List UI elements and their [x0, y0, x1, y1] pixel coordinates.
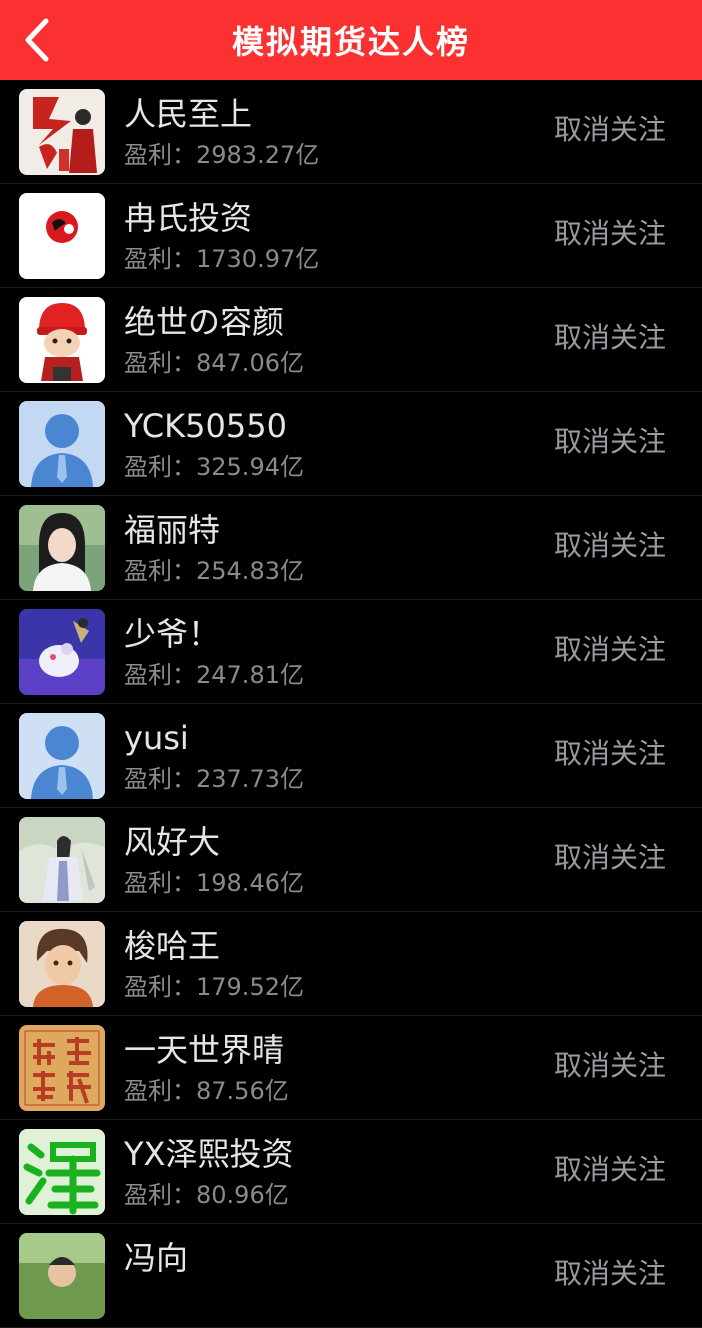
trader-name: YCK50550: [124, 407, 287, 445]
avatar: [19, 921, 105, 1007]
game-art-icon: [19, 609, 105, 695]
avatar: [19, 609, 105, 695]
list-item[interactable]: 少爷！ 盈利：247.81亿 取消关注: [0, 600, 702, 704]
list-item[interactable]: yusi 盈利：237.73亿 取消关注: [0, 704, 702, 808]
unfollow-button[interactable]: 取消关注: [554, 630, 666, 670]
trader-name: 一天世界晴: [124, 1031, 285, 1069]
list-item[interactable]: 福丽特 盈利：254.83亿 取消关注: [0, 496, 702, 600]
avatar: [19, 1025, 105, 1111]
trader-name: 风好大: [124, 823, 221, 861]
list-item[interactable]: 梭哈王 盈利：179.52亿: [0, 912, 702, 1016]
avatar: [19, 89, 105, 175]
page-title: 模拟期货达人榜: [231, 23, 470, 61]
avatar: [19, 713, 105, 799]
calligraphy-avatar-icon: [19, 1129, 105, 1215]
profit-text: 盈利：847.06亿: [124, 349, 304, 377]
profit-text: 盈利：1730.97亿: [124, 245, 320, 273]
profit-text: 盈利：198.46亿: [124, 869, 304, 897]
profit-text: 盈利：254.83亿: [124, 557, 304, 585]
anime-portrait-icon: [19, 921, 105, 1007]
photo-avatar-icon: [19, 1233, 105, 1319]
list-item[interactable]: 冯向 取消关注: [0, 1224, 702, 1328]
profit-text: 盈利：237.73亿: [124, 765, 304, 793]
unfollow-button[interactable]: 取消关注: [554, 838, 666, 878]
photo-avatar-icon: [19, 505, 105, 591]
unfollow-button[interactable]: 取消关注: [554, 110, 666, 150]
profit-text: 盈利：179.52亿: [124, 973, 304, 1001]
trader-name: 冯向: [124, 1239, 189, 1277]
unfollow-button[interactable]: 取消关注: [554, 318, 666, 358]
unfollow-button[interactable]: 取消关注: [554, 214, 666, 254]
list-item[interactable]: 冉氏投资 盈利：1730.97亿 取消关注: [0, 184, 702, 288]
trader-name: YX泽熙投资: [124, 1135, 294, 1173]
avatar: [19, 505, 105, 591]
nav-bar: 模拟期货达人榜: [0, 0, 702, 80]
cartoon-avatar-icon: [19, 297, 105, 383]
trader-name: 人民至上: [124, 95, 253, 133]
unfollow-button[interactable]: 取消关注: [554, 1046, 666, 1086]
profit-text: 盈利：87.56亿: [124, 1077, 289, 1105]
unfollow-button[interactable]: 取消关注: [554, 734, 666, 774]
trader-name: yusi: [124, 719, 189, 757]
list-item[interactable]: 人民至上 盈利：2983.27亿 取消关注: [0, 80, 702, 184]
trader-name: 梭哈王: [124, 927, 221, 965]
unfollow-button[interactable]: 取消关注: [554, 526, 666, 566]
trader-name: 福丽特: [124, 511, 221, 549]
profit-text: 盈利：247.81亿: [124, 661, 304, 689]
profit-text: 盈利：80.96亿: [124, 1181, 289, 1209]
default-user-icon: [19, 401, 105, 487]
leaderboard-list: 人民至上 盈利：2983.27亿 取消关注 冉氏投资 盈利：1730.97亿 取…: [0, 80, 702, 1328]
avatar: [19, 1129, 105, 1215]
trader-name: 少爷！: [124, 615, 221, 653]
calligraphy-avatar-icon: [19, 1025, 105, 1111]
trader-name: 绝世の容颜: [124, 303, 285, 341]
list-item[interactable]: 风好大 盈利：198.46亿 取消关注: [0, 808, 702, 912]
poster-avatar-icon: [19, 89, 105, 175]
avatar: [19, 193, 105, 279]
trader-name: 冉氏投资: [124, 199, 253, 237]
list-item[interactable]: YX泽熙投资 盈利：80.96亿 取消关注: [0, 1120, 702, 1224]
list-item[interactable]: 一天世界晴 盈利：87.56亿 取消关注: [0, 1016, 702, 1120]
company-logo-icon: [19, 193, 105, 279]
avatar: [19, 297, 105, 383]
unfollow-button[interactable]: 取消关注: [554, 1254, 666, 1294]
avatar: [19, 817, 105, 903]
anime-art-icon: [19, 817, 105, 903]
unfollow-button[interactable]: 取消关注: [554, 1150, 666, 1190]
list-item[interactable]: 绝世の容颜 盈利：847.06亿 取消关注: [0, 288, 702, 392]
profit-text: 盈利：325.94亿: [124, 453, 304, 481]
back-button[interactable]: [12, 12, 62, 68]
profit-text: 盈利：2983.27亿: [124, 141, 320, 169]
list-item[interactable]: YCK50550 盈利：325.94亿 取消关注: [0, 392, 702, 496]
avatar: [19, 401, 105, 487]
unfollow-button[interactable]: 取消关注: [554, 422, 666, 462]
default-user-icon: [19, 713, 105, 799]
avatar: [19, 1233, 105, 1319]
chevron-left-icon: [25, 18, 49, 62]
